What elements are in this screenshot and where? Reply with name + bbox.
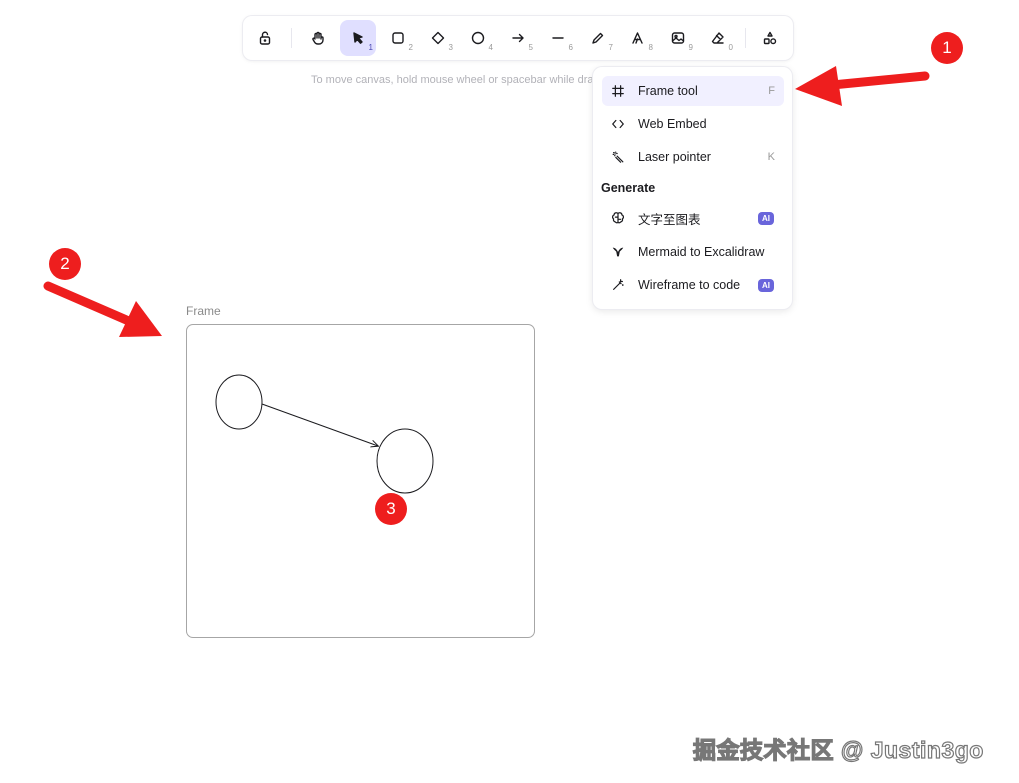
- menu-item-mermaid[interactable]: Mermaid to Excalidraw: [602, 237, 784, 267]
- annotation-badge-3: 3: [375, 493, 407, 525]
- menu-item-text-to-diagram[interactable]: 文字至图表 AI: [602, 203, 784, 233]
- menu-item-label: Mermaid to Excalidraw: [638, 245, 765, 259]
- annotation-arrow-2: [43, 281, 162, 337]
- menu-group-title: Generate: [601, 181, 656, 195]
- ai-badge: AI: [758, 211, 774, 225]
- extra-tools-menu: Frame tool F Web Embed Laser pointer K G…: [593, 67, 792, 309]
- menu-item-frame-tool[interactable]: Frame tool F: [602, 76, 784, 106]
- menu-item-wireframe-to-code[interactable]: Wireframe to code AI: [602, 270, 784, 300]
- annotation-badge-2: 2: [49, 248, 81, 280]
- menu-item-shortcut: F: [768, 85, 775, 97]
- watermark: 掘金技术社区 @ Justin3go: [692, 736, 984, 763]
- annotation-badge-1: 1: [931, 32, 963, 64]
- magic-wand-icon: [610, 277, 626, 293]
- laser-icon: [610, 149, 626, 165]
- menu-item-label: Web Embed: [638, 117, 707, 131]
- canvas-ellipse-1[interactable]: [215, 374, 263, 430]
- menu-item-label: Laser pointer: [638, 150, 711, 164]
- ai-badge: AI: [758, 278, 774, 292]
- mermaid-icon: [610, 244, 626, 260]
- canvas-ellipse-2[interactable]: [376, 428, 434, 494]
- menu-item-laser-pointer[interactable]: Laser pointer K: [602, 142, 784, 172]
- canvas-drawing: [43, 66, 930, 494]
- code-icon: [610, 116, 626, 132]
- menu-item-label: Frame tool: [638, 84, 698, 98]
- brain-icon: [610, 210, 626, 226]
- menu-item-web-embed[interactable]: Web Embed: [602, 109, 784, 139]
- frame-icon: [610, 83, 626, 99]
- annotation-arrow-1: [795, 66, 930, 106]
- canvas-arrow[interactable]: [261, 403, 378, 446]
- menu-item-label: 文字至图表: [638, 212, 701, 227]
- menu-item-label: Wireframe to code: [638, 278, 741, 292]
- menu-item-shortcut: K: [767, 151, 775, 163]
